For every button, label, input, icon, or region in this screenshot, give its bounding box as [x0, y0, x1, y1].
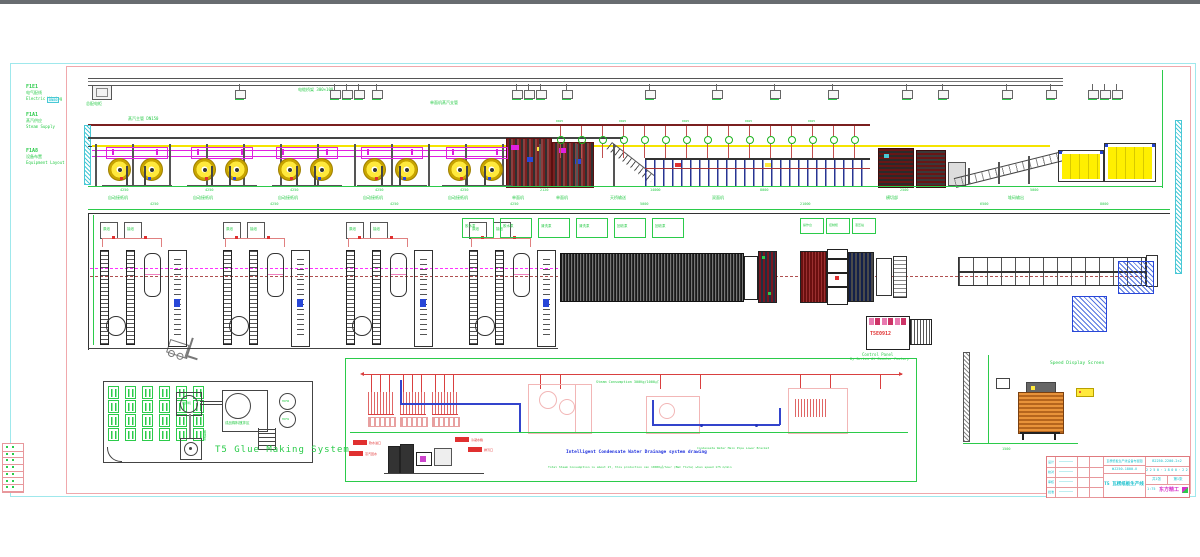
revision-mark	[6, 486, 8, 488]
approval-role: 审核	[1048, 480, 1054, 484]
speed-display-area: Speed Display Screen 1500	[0, 0, 1200, 557]
cad-drawing-screenshot: F1E1 电气配线 Electric Wiring F1A1 蒸汽供应 Stea…	[0, 0, 1200, 557]
approval-row: 批准	[1047, 487, 1103, 498]
revision-mark	[12, 453, 14, 455]
tb-title-big: T5 瓦楞纸板生产线	[1103, 481, 1145, 487]
revision-mark	[12, 473, 14, 475]
revision-mark	[6, 459, 8, 461]
company-logo-icon	[1182, 487, 1188, 493]
tb-divider	[1103, 457, 1104, 497]
company-logo-text: 东方精工	[1159, 486, 1179, 493]
revision-mark	[6, 473, 8, 475]
speed-screen-label: Speed Display Screen	[1050, 361, 1104, 366]
tb-company: 瓦楞纸板生产线设备布置图	[1104, 459, 1145, 463]
revision-mark	[12, 486, 14, 488]
tb-hline	[1103, 473, 1145, 474]
approval-signature-line	[1059, 471, 1073, 472]
tb-model: WJ250-1800-Ⅱ	[1104, 467, 1145, 471]
stand-leg	[1054, 433, 1056, 440]
title-block: 设计校对审核批准 瓦楞纸板生产线设备布置图 WJ250-1800-Ⅱ T5 瓦楞…	[1046, 456, 1190, 498]
tb-approval-grid: 设计校对审核批准	[1047, 457, 1103, 497]
tb-code-strip: 2250·1800·22	[1146, 468, 1188, 472]
indicator-light	[1031, 386, 1035, 390]
approval-divider	[1077, 457, 1078, 467]
approval-role: 设计	[1048, 460, 1054, 464]
revision-mark	[12, 466, 14, 468]
revision-mark	[12, 480, 14, 482]
revision-mark	[6, 453, 8, 455]
wall-strip	[963, 352, 970, 442]
approval-signature-line	[1059, 481, 1073, 482]
approval-role: 校对	[1048, 470, 1054, 474]
small-panel	[996, 378, 1010, 389]
vertical-dim	[988, 355, 989, 443]
horizontal-dim	[963, 443, 1078, 444]
dim-text: 1500	[1002, 447, 1010, 451]
approval-divider	[1089, 487, 1090, 497]
revision-table	[2, 443, 24, 493]
approval-divider	[1055, 477, 1056, 487]
revision-mark	[6, 480, 8, 482]
approval-divider	[1089, 467, 1090, 477]
tb-sheet-no: 第1张	[1168, 477, 1188, 482]
tag-dot	[1079, 391, 1081, 393]
tb-sheet-total: 共1张	[1146, 477, 1167, 482]
approval-divider	[1089, 477, 1090, 487]
revision-mark	[6, 466, 8, 468]
approval-divider	[1055, 457, 1056, 467]
approval-divider	[1077, 467, 1078, 477]
approval-divider	[1055, 467, 1056, 477]
approval-role: 批准	[1048, 490, 1054, 494]
approval-divider	[1077, 487, 1078, 497]
approval-divider	[1055, 487, 1056, 497]
approval-signature-line	[1059, 461, 1073, 462]
approval-divider	[1089, 457, 1090, 467]
tb-scale: 1:75	[1147, 487, 1155, 491]
stand-leg	[1022, 433, 1024, 440]
revision-mark	[6, 446, 8, 448]
approval-signature-line	[1059, 491, 1073, 492]
tb-code-top: B2250-2200-2×2	[1146, 459, 1188, 463]
tb-hline	[1145, 466, 1189, 467]
revision-mark	[12, 459, 14, 461]
revision-row	[3, 484, 23, 492]
approval-divider	[1077, 477, 1078, 487]
display-stand-body	[1018, 392, 1064, 434]
tb-hline	[1145, 484, 1189, 485]
revision-mark	[12, 446, 14, 448]
yellow-tag	[1076, 388, 1094, 397]
